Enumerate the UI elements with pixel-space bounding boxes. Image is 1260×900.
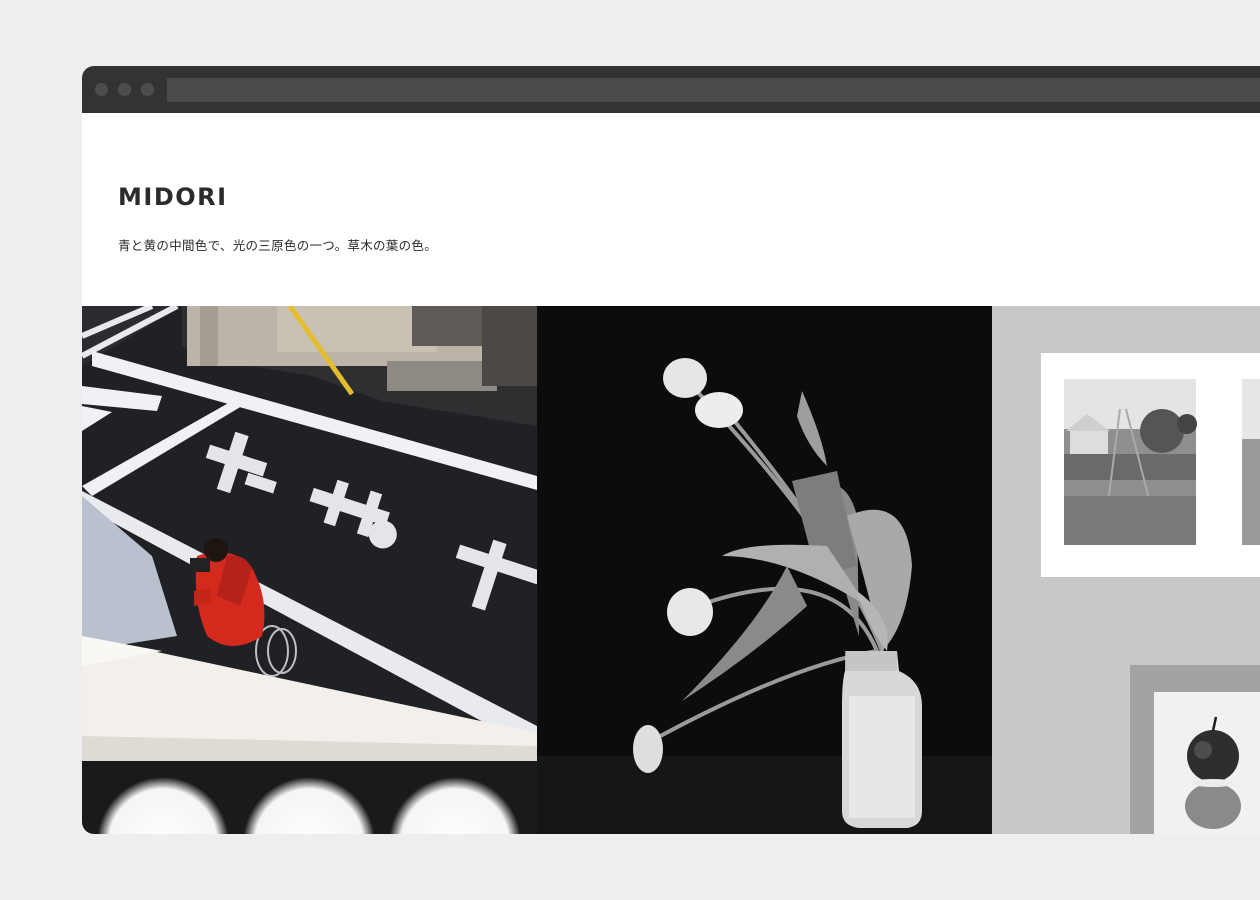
browser-chrome [82,66,1260,113]
framed-prints-photo[interactable] [992,306,1260,834]
address-bar[interactable] [167,78,1260,102]
browser-window: MIDORI 青と黄の中間色で、光の三原色の一つ。草木の葉の色。 [82,66,1260,834]
site-tagline: 青と黄の中間色で、光の三原色の一つ。草木の葉の色。 [118,238,438,253]
blurred-circles-photo[interactable] [82,761,537,834]
window-maximize-dot[interactable] [141,83,154,96]
photo-gallery [82,306,1260,834]
window-minimize-dot[interactable] [118,83,131,96]
page-content: MIDORI 青と黄の中間色で、光の三原色の一つ。草木の葉の色。 [82,113,1260,834]
site-title[interactable]: MIDORI [118,183,228,211]
tulips-vase-photo[interactable] [537,306,992,834]
street-cyclist-photo[interactable] [82,306,537,761]
window-close-dot[interactable] [95,83,108,96]
